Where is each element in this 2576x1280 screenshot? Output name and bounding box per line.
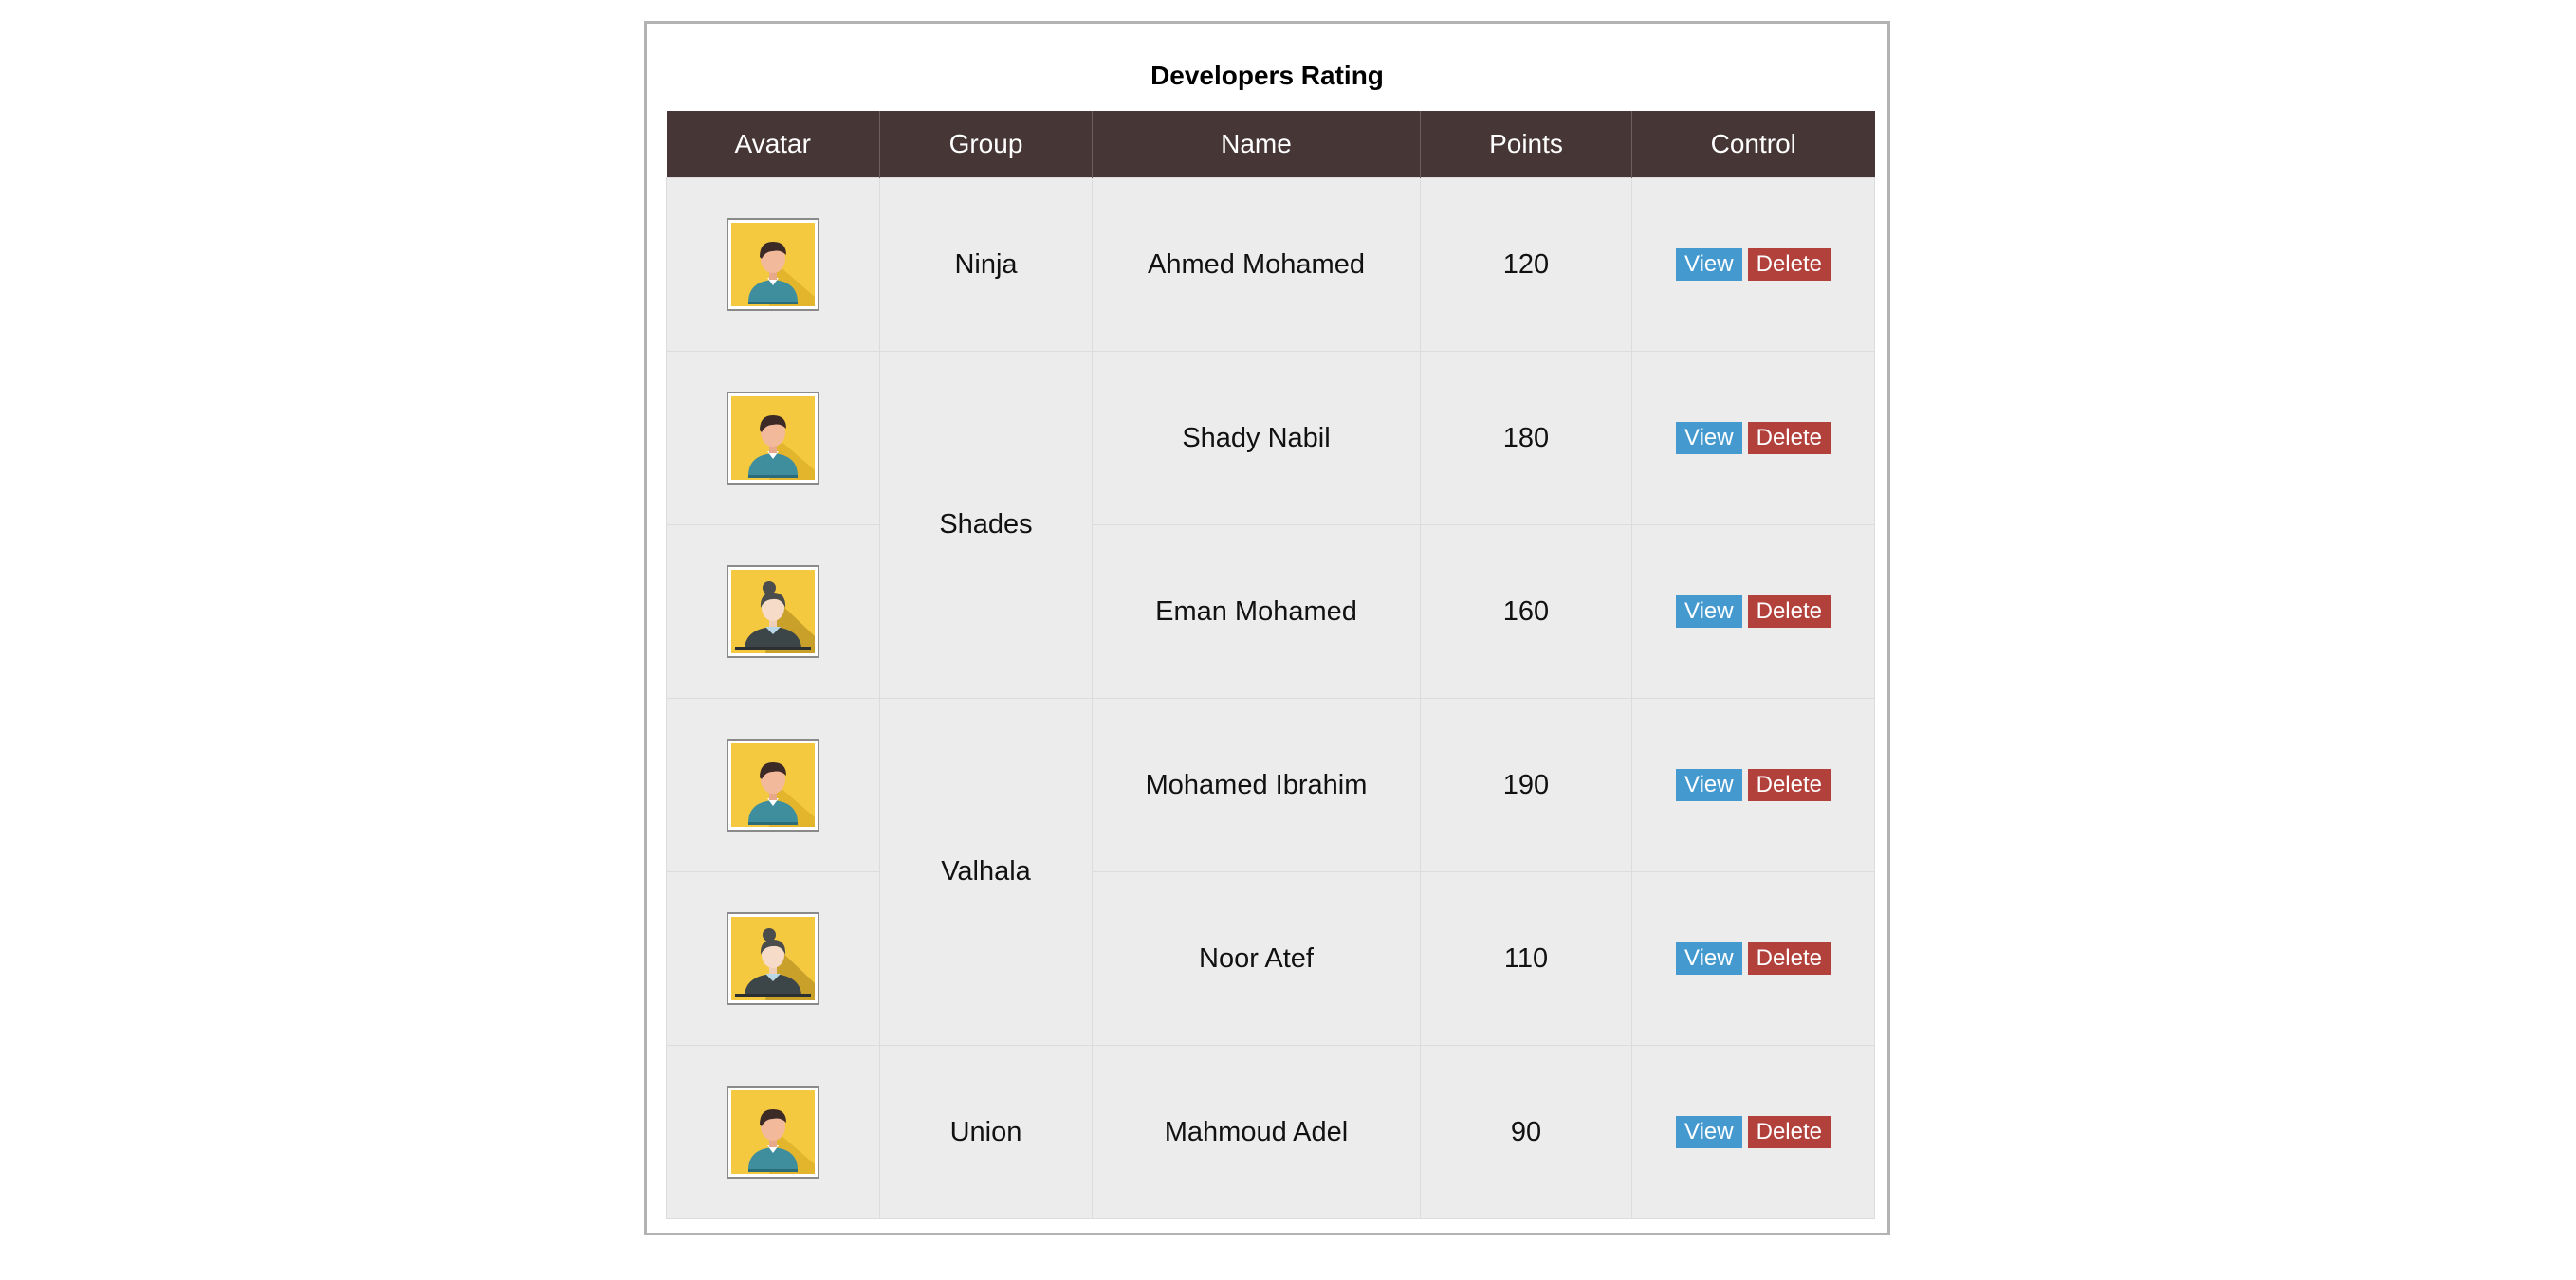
points-cell: 180 [1420,351,1632,525]
column-header-avatar: Avatar [666,111,880,178]
table-row: Union Mahmoud Adel 90 View Delete [666,1045,1875,1219]
column-header-control: Control [1631,111,1875,178]
avatar-cell [666,524,880,699]
group-cell: Ninja [879,177,1093,352]
view-button[interactable]: View [1676,595,1742,629]
delete-button[interactable]: Delete [1747,595,1831,629]
name-cell: Mohamed Ibrahim [1092,698,1421,872]
avatar-cell [666,1045,880,1219]
view-button[interactable]: View [1676,1116,1742,1149]
table-title: Developers Rating [1150,61,1384,90]
name-cell: Mahmoud Adel [1092,1045,1421,1219]
avatar-cell [666,177,880,352]
column-header-group: Group [879,111,1093,178]
male-avatar-icon [727,739,819,832]
table-row: Shades Shady Nabil 180 View Delete [666,351,1875,699]
group-cell: Union [879,1045,1093,1219]
female-avatar-icon [727,912,819,1005]
view-button[interactable]: View [1676,942,1742,976]
column-header-points: Points [1420,111,1632,178]
name-cell: Eman Mohamed [1092,524,1421,699]
view-button[interactable]: View [1676,248,1742,282]
control-cell: View Delete [1631,698,1875,872]
avatar-cell [666,351,880,525]
control-cell: View Delete [1631,524,1875,699]
delete-button[interactable]: Delete [1747,422,1831,455]
points-cell: 190 [1420,698,1632,872]
points-cell: 90 [1420,1045,1632,1219]
delete-button[interactable]: Delete [1747,1116,1831,1149]
table-row: Ninja Ahmed Mohamed 120 View Delete [666,177,1875,352]
name-cell: Noor Atef [1092,871,1421,1046]
female-avatar-icon [727,565,819,658]
table-row: Noor Atef 110 View Delete [666,871,1875,1046]
name-cell: Shady Nabil [1092,351,1421,525]
table-row: Valhala Mohamed Ibrahim 190 View Delete [666,698,1875,1046]
name-cell: Ahmed Mohamed [1092,177,1421,352]
male-avatar-icon [727,1086,819,1179]
avatar-cell [666,698,880,872]
delete-button[interactable]: Delete [1747,769,1831,802]
group-cell: Valhala [879,698,1093,1046]
points-cell: 120 [1420,177,1632,352]
control-cell: View Delete [1631,177,1875,352]
male-avatar-icon [727,392,819,485]
view-button[interactable]: View [1676,769,1742,802]
delete-button[interactable]: Delete [1747,942,1831,976]
male-avatar-icon [727,218,819,311]
table-row: Eman Mohamed 160 View Delete [666,524,1875,699]
table-header-row: Avatar Group Name Points Control [666,111,1875,178]
column-header-name: Name [1092,111,1421,178]
control-cell: View Delete [1631,351,1875,525]
control-cell: View Delete [1631,1045,1875,1219]
rating-panel: Developers Rating Avatar Group Name Poin… [644,21,1890,1235]
group-cell: Shades [879,351,1093,699]
view-button[interactable]: View [1676,422,1742,455]
control-cell: View Delete [1631,871,1875,1046]
points-cell: 160 [1420,524,1632,699]
points-cell: 110 [1420,871,1632,1046]
developers-table: Avatar Group Name Points Control Ninja A… [666,111,1875,1219]
avatar-cell [666,871,880,1046]
delete-button[interactable]: Delete [1747,248,1831,282]
